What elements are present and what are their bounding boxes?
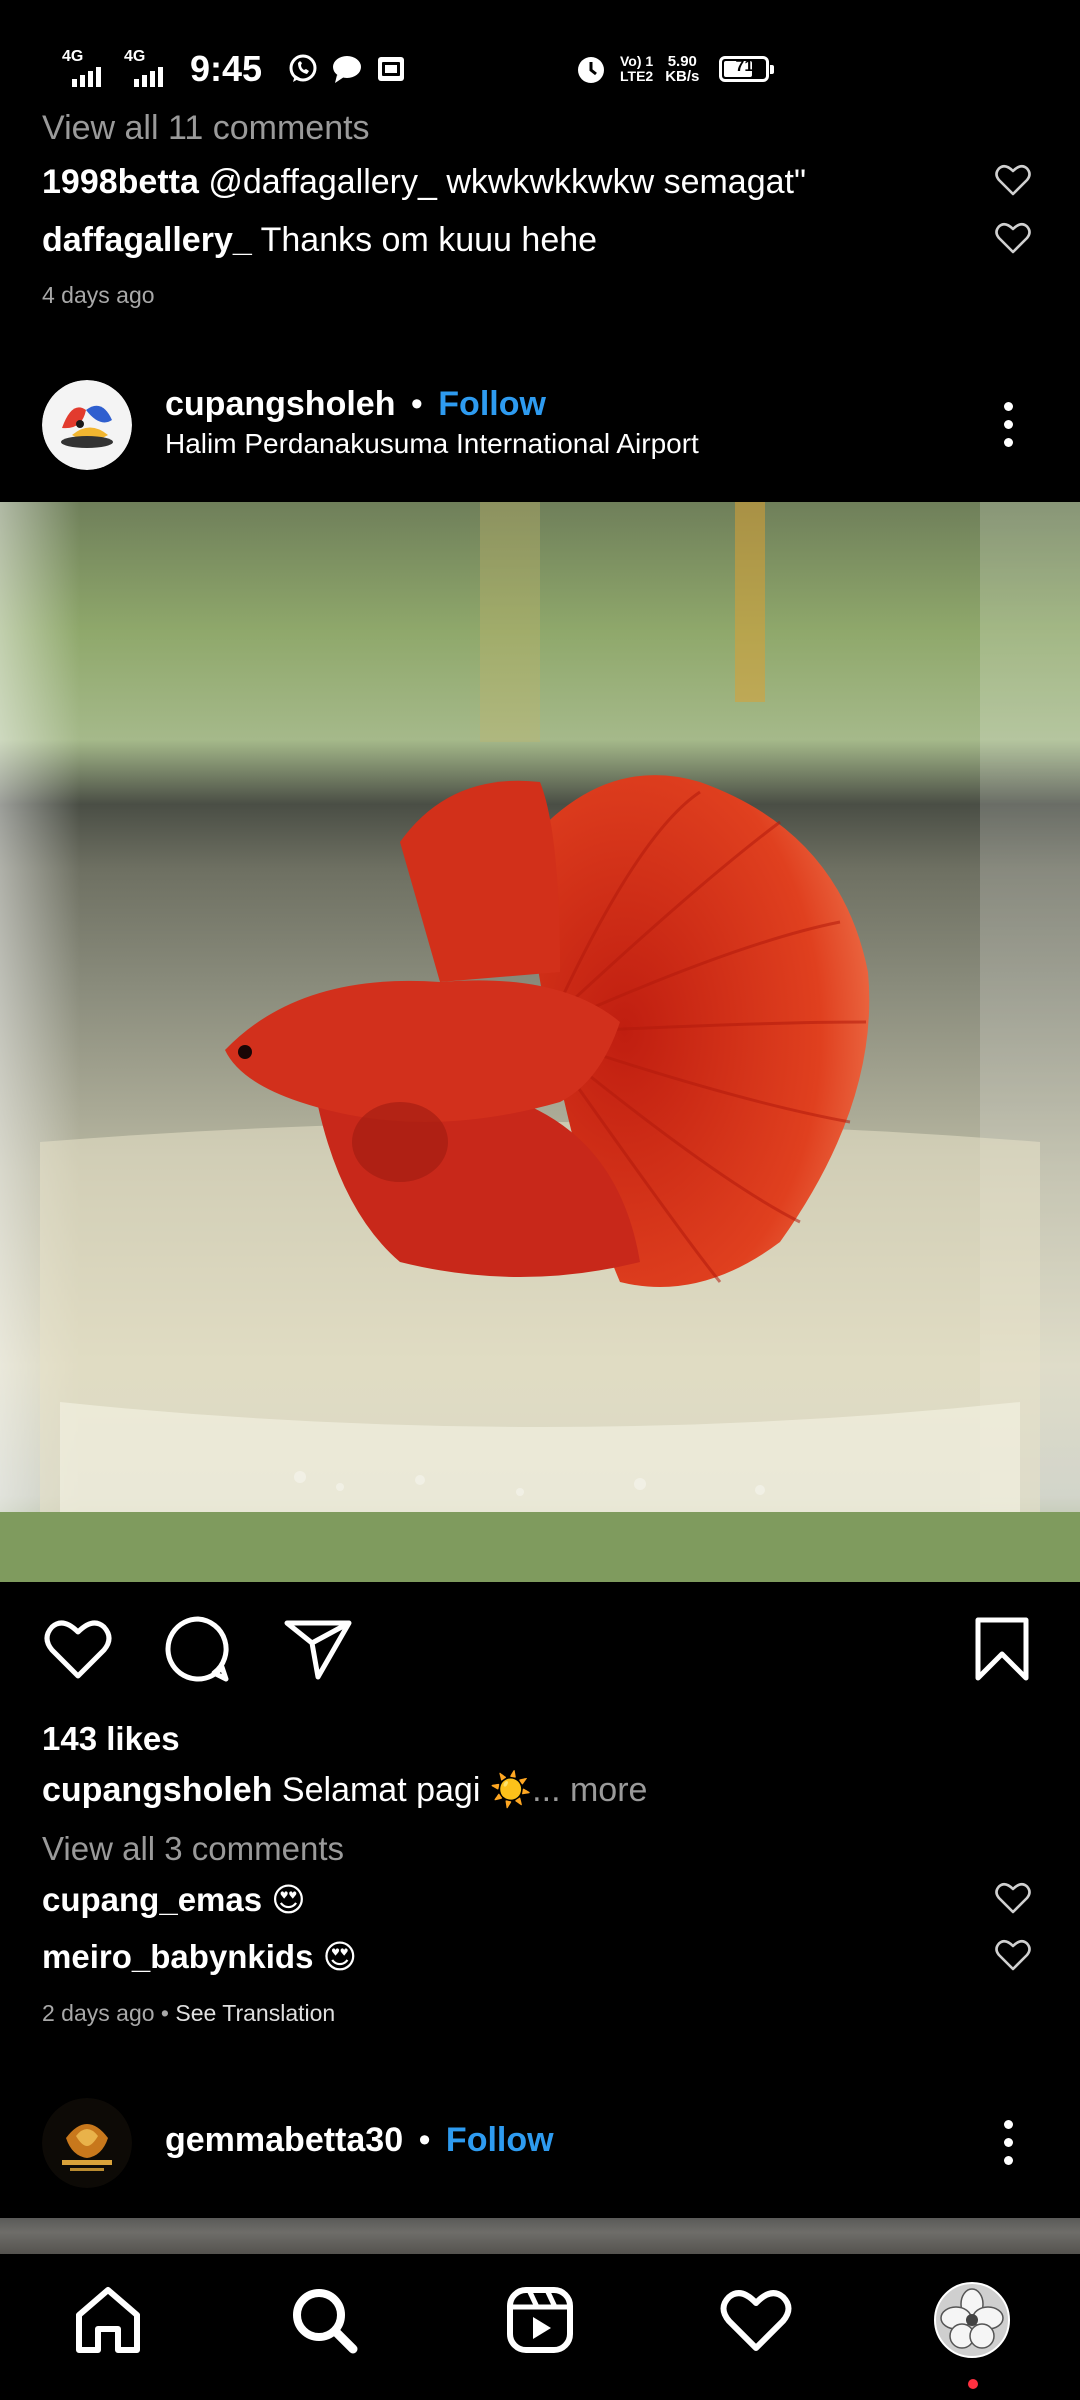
activity-heart-icon <box>720 2288 792 2357</box>
post-timestamp: 4 days ago <box>42 282 155 308</box>
network-type-2: 4G <box>124 48 146 65</box>
clock: 9:45 <box>190 48 263 89</box>
share-button[interactable] <box>278 1611 358 1691</box>
battery-icon: 71 <box>719 56 775 82</box>
follow-button[interactable]: Follow <box>446 2121 554 2159</box>
nav-profile[interactable] <box>932 2281 1012 2363</box>
post-meta: 2 days ago • See Translation <box>42 2000 335 2027</box>
speed-unit: KB/s <box>665 68 700 85</box>
home-icon <box>73 2285 143 2360</box>
comment-row: 1998betta @daffagallery_ wkwkwkkwkw sema… <box>42 162 806 202</box>
post-header: cupangsholeh • Follow <box>165 385 546 424</box>
comment-like-heart-icon[interactable] <box>995 1939 1035 1975</box>
view-all-comments-link[interactable]: View all 3 comments <box>42 1830 344 1868</box>
avatar[interactable] <box>42 380 132 470</box>
comment-button[interactable] <box>158 1611 238 1691</box>
battery-level: 71 <box>735 58 754 75</box>
comment-username[interactable]: daffagallery_ <box>42 221 252 259</box>
network-type-1: 4G <box>62 48 84 65</box>
comment-username[interactable]: 1998betta <box>42 163 199 201</box>
caption-username[interactable]: cupangsholeh <box>42 1771 272 1809</box>
follow-button[interactable]: Follow <box>438 385 546 423</box>
save-button[interactable] <box>962 1611 1042 1691</box>
nav-home[interactable] <box>68 2282 148 2362</box>
profile-avatar <box>934 2281 1010 2363</box>
view-all-comments-link[interactable]: View all 11 comments <box>42 108 370 148</box>
like-count[interactable]: 143 likes <box>42 1720 180 1758</box>
comment-username[interactable]: cupang_emas <box>42 1881 262 1918</box>
comment-like-heart-icon[interactable] <box>995 222 1035 258</box>
volte-line2: LTE2 <box>620 68 654 84</box>
nav-activity[interactable] <box>716 2282 796 2362</box>
bookmark-icon <box>973 1616 1031 1687</box>
post-location[interactable]: Halim Perdanakusuma International Airpor… <box>165 428 699 460</box>
post-header: gemmabetta30 • Follow <box>165 2121 554 2160</box>
comment-row: daffagallery_ Thanks om kuuu hehe <box>42 220 597 260</box>
more-options-icon[interactable] <box>988 394 1028 454</box>
reels-icon <box>505 2285 575 2360</box>
heart-icon <box>44 1618 112 1685</box>
see-translation-link[interactable]: See Translation <box>175 2000 335 2026</box>
separator-dot: • <box>418 2121 431 2159</box>
next-post-image[interactable] <box>0 2218 1080 2254</box>
gallery-icon <box>374 52 408 86</box>
volte-indicator: Vo) 1 LTE2 <box>620 54 653 84</box>
bottom-navigation <box>0 2254 1080 2400</box>
comment-like-heart-icon[interactable] <box>995 164 1035 200</box>
comment-row: meiro_babynkids 😍 <box>42 1937 357 1977</box>
signal-icon-sim2: 4G <box>124 49 176 89</box>
post-image[interactable] <box>0 502 1080 1582</box>
search-icon <box>289 2285 359 2360</box>
notification-dot <box>968 2379 978 2389</box>
more-options-icon[interactable] <box>988 2112 1028 2172</box>
comment-text: 😍 <box>322 1938 358 1975</box>
post-username[interactable]: cupangsholeh <box>165 385 395 423</box>
like-button[interactable] <box>38 1611 118 1691</box>
message-icon <box>330 52 364 86</box>
status-bar: 4G 4G 9:45 Vo) 1 LTE2 5.90 KB/s 71 <box>0 0 1080 118</box>
share-icon <box>284 1617 352 1686</box>
alarm-icon <box>574 52 608 86</box>
avatar[interactable] <box>42 2098 132 2188</box>
speed-value: 5.90 <box>667 53 697 70</box>
post-caption: cupangsholeh Selamat pagi ☀️... more <box>42 1770 647 1810</box>
nav-search[interactable] <box>284 2282 364 2362</box>
comment-icon <box>164 1615 232 1688</box>
separator-dot: • <box>410 385 423 423</box>
network-speed: 5.90 KB/s <box>665 54 699 84</box>
post-timestamp: 2 days ago <box>42 2000 155 2026</box>
volte-line1: Vo) 1 <box>620 53 654 69</box>
comment-text: Thanks om kuuu hehe <box>260 221 598 259</box>
caption-text: Selamat pagi ☀️ <box>281 1771 533 1809</box>
comment-text: 😍 <box>271 1881 306 1918</box>
post-username[interactable]: gemmabetta30 <box>165 2121 403 2159</box>
caption-more-link[interactable]: ... more <box>532 1771 647 1809</box>
comment-text: @daffagallery_ wkwkwkkwkw semagat" <box>208 163 807 201</box>
nav-reels[interactable] <box>500 2282 580 2362</box>
comment-like-heart-icon[interactable] <box>995 1882 1035 1918</box>
comment-username[interactable]: meiro_babynkids <box>42 1938 313 1975</box>
signal-icon-sim1: 4G <box>62 49 114 89</box>
whatsapp-icon <box>286 52 320 86</box>
comment-row: cupang_emas 😍 <box>42 1880 306 1920</box>
separator-dot: • <box>154 2000 176 2026</box>
